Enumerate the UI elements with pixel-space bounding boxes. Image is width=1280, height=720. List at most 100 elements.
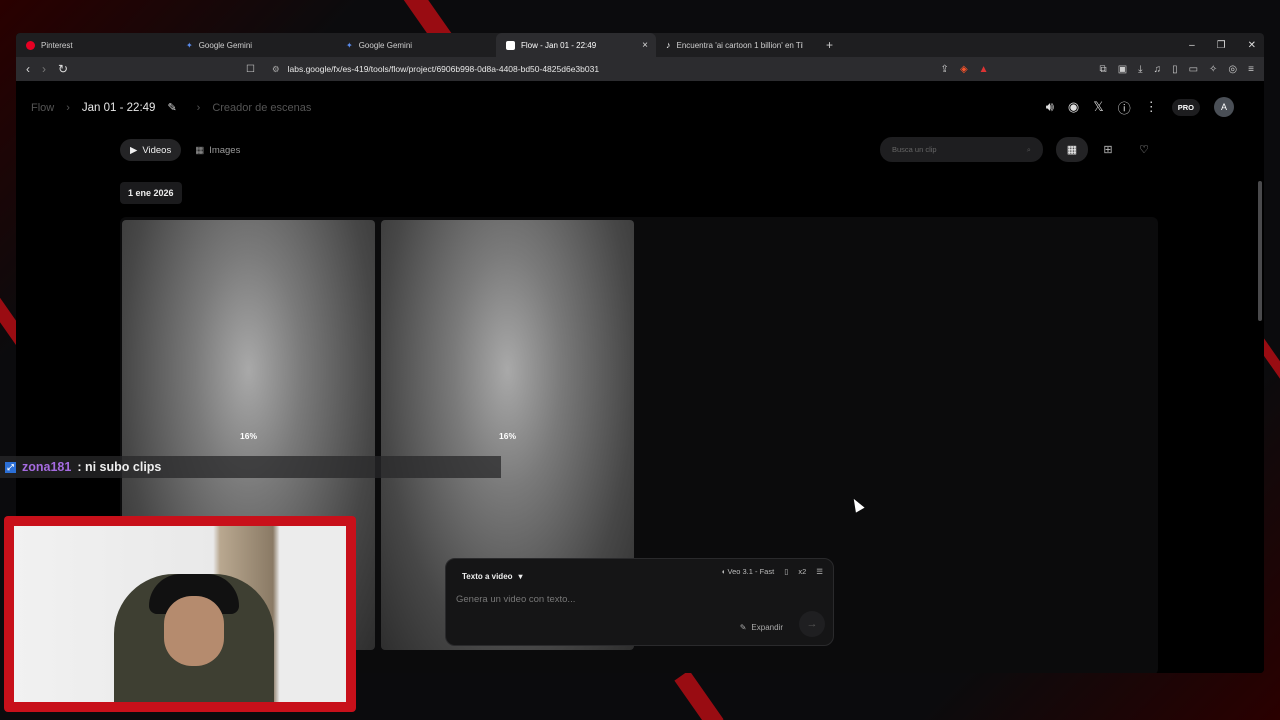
volume-icon[interactable]: 🔊︎ — [1046, 99, 1054, 115]
chevron-right-icon: › — [66, 101, 70, 114]
clip-progress: 16% — [498, 431, 516, 441]
tab-videos-label: Videos — [142, 144, 172, 156]
nav-buttons: ‹ › ↻ — [26, 62, 68, 76]
date-group-label: 1 ene 2026 — [120, 182, 182, 204]
close-window-button[interactable]: ✕ — [1248, 40, 1256, 51]
discord-icon[interactable]: ◉ — [1068, 99, 1079, 115]
tab-label: Encuentra 'ai cartoon 1 billion' en Tik — [676, 40, 803, 50]
site-settings-icon[interactable]: ⚙ — [272, 64, 280, 75]
scrollbar[interactable] — [1258, 181, 1262, 321]
url-text: labs.google/fx/es-419/tools/flow/project… — [287, 64, 600, 74]
streamer-face — [164, 596, 224, 666]
tab-flow[interactable]: Flow - Jan 01 - 22:49 × — [496, 33, 656, 57]
tab-tiktok[interactable]: ♪ Encuentra 'ai cartoon 1 billion' en Ti… — [656, 33, 816, 57]
mode-select[interactable]: Texto a video ▾ — [456, 567, 529, 585]
tab-label: Flow - Jan 01 - 22:49 — [521, 40, 597, 50]
gemini-icon: ✦ — [186, 40, 193, 50]
prompt-composer: Texto a video ▾ ◖ Veo 3.1 - Fast ▯ x2 ☰ … — [445, 558, 834, 646]
tab-videos[interactable]: ▶ Videos — [120, 139, 182, 161]
search-input[interactable]: Busca un clip — [892, 145, 937, 154]
pinterest-icon — [26, 40, 35, 50]
extensions-icon[interactable]: ⧉ — [1100, 64, 1107, 75]
expand-label: Expandir — [751, 623, 783, 632]
mode-label: Texto a video — [462, 571, 513, 581]
help-icon[interactable]: ⓘ — [1118, 98, 1131, 117]
avatar[interactable]: A — [1214, 97, 1234, 117]
search-icon: ⌕ — [1026, 144, 1031, 154]
translate-icon[interactable]: ▣ — [1118, 64, 1127, 75]
settings-icon[interactable]: ☰ — [816, 567, 823, 576]
stream-chat-message: ⤢ zona181 : ni subo clips — [0, 456, 501, 478]
wallet-icon[interactable]: ▭ — [1189, 64, 1198, 75]
model-select[interactable]: ◖ Veo 3.1 - Fast — [721, 567, 774, 576]
reload-icon[interactable]: ↻ — [58, 62, 68, 76]
download-icon[interactable]: ⤓ — [1138, 64, 1142, 75]
menu-icon[interactable]: ≡ — [1248, 64, 1254, 75]
x-icon[interactable]: 𝕏 — [1093, 99, 1103, 115]
send-button[interactable]: → — [799, 611, 825, 637]
url-field[interactable]: ⚙ labs.google/fx/es-419/tools/flow/proje… — [272, 57, 599, 81]
tab-label: Google Gemini — [358, 40, 413, 50]
chevron-down-icon: ▾ — [518, 571, 523, 581]
view-toggle: ▦ ⊞ ♡ — [1056, 137, 1160, 162]
chat-message-text: : ni subo clips — [77, 460, 162, 474]
tiktok-icon: ♪ — [666, 40, 671, 50]
more-icon[interactable]: ⋮ — [1145, 99, 1158, 115]
music-icon[interactable]: ♫ — [1154, 64, 1162, 75]
window-controls: – ❐ ✕ — [1189, 33, 1256, 57]
share-icon[interactable]: ⇪ — [941, 64, 949, 75]
back-icon[interactable]: ‹ — [26, 62, 30, 76]
heart-icon: ♡ — [1139, 144, 1149, 156]
project-title[interactable]: Jan 01 - 22:49 — [82, 102, 156, 114]
chat-badge-icon: ⤢ — [5, 461, 16, 473]
prompt-input[interactable]: Genera un video con texto... — [456, 594, 575, 605]
arrow-right-icon: → — [806, 618, 818, 630]
output-count[interactable]: x2 — [798, 567, 806, 576]
breadcrumb-section[interactable]: Creador de escenas — [212, 102, 311, 114]
vpn-icon[interactable]: ◎ — [1228, 64, 1237, 75]
new-tab-button[interactable]: + — [826, 38, 833, 52]
tab-gemini-2[interactable]: ✦ Google Gemini — [336, 33, 496, 57]
tab-gemini[interactable]: ✦ Google Gemini — [176, 33, 336, 57]
minimize-button[interactable]: – — [1189, 40, 1195, 51]
chevron-right-icon: › — [196, 101, 201, 114]
grid-icon: ▦ — [1066, 144, 1078, 156]
aspect-icon[interactable]: ▯ — [784, 567, 788, 576]
pro-badge: PRO — [1171, 98, 1200, 116]
forward-icon[interactable]: › — [42, 62, 46, 76]
favorites-button[interactable]: ♡ — [1128, 137, 1160, 162]
model-label: Veo 3.1 - Fast — [727, 567, 775, 576]
clip-search[interactable]: Busca un clip ⌕ — [880, 137, 1043, 162]
model-settings: ◖ Veo 3.1 - Fast ▯ x2 ☰ — [721, 567, 823, 576]
tab-images[interactable]: ▦ Images — [185, 139, 250, 161]
webcam-overlay — [4, 516, 356, 712]
image-icon: ▦ — [195, 144, 205, 156]
sidebar-icon[interactable]: ▯ — [1172, 64, 1178, 75]
media-type-tabs: ▶ Videos ▦ Images — [120, 139, 250, 161]
webcam-feed — [14, 526, 346, 702]
address-bar: ‹ › ↻ ☐ ⚙ labs.google/fx/es-419/tools/fl… — [16, 57, 1264, 81]
grid-view-button[interactable]: ▦ — [1056, 137, 1088, 162]
decorative-slash — [674, 670, 724, 720]
ai-icon[interactable]: ✧ — [1209, 64, 1217, 75]
expand-button[interactable]: ✎ Expandir — [740, 623, 783, 632]
clip-progress: 16% — [239, 431, 257, 441]
tab-images-label: Images — [209, 144, 241, 156]
brave-shield-icon[interactable]: ◈ — [960, 64, 968, 75]
chat-username: zona181 — [22, 460, 72, 474]
restore-button[interactable]: ❐ — [1217, 40, 1226, 51]
close-tab-icon[interactable]: × — [642, 40, 648, 51]
breadcrumb-root[interactable]: Flow — [31, 102, 54, 114]
breadcrumb: Flow › Jan 01 - 22:49 ✎ › Creador de esc… — [31, 101, 311, 115]
rewards-icon[interactable]: ▲ — [979, 64, 989, 75]
edit-icon[interactable]: ✎ — [167, 101, 176, 114]
flow-icon — [506, 40, 515, 50]
toolbar-icons: ⇪ ◈ ▲ ⧉ ▣ ⤓ ♫ ▯ ▭ ✧ ◎ ≡ — [941, 57, 1254, 81]
gemini-icon: ✦ — [346, 40, 353, 50]
table-icon: ⊞ — [1103, 144, 1113, 156]
table-view-button[interactable]: ⊞ — [1092, 137, 1124, 162]
tab-pinterest[interactable]: Pinterest — [16, 33, 176, 57]
bookmark-icon[interactable]: ☐ — [246, 64, 255, 75]
tab-label: Pinterest — [41, 40, 73, 50]
wand-icon: ✎ — [739, 623, 747, 632]
